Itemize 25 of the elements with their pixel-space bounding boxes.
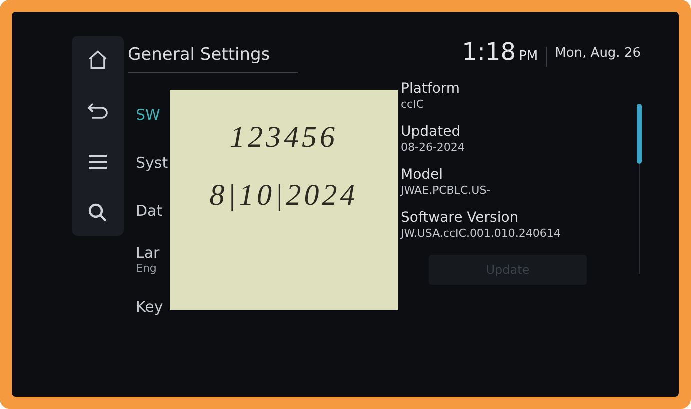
menu-item[interactable]: Key <box>136 298 164 316</box>
detail-value: ccIC <box>401 98 424 112</box>
menu-item[interactable]: Syst <box>136 154 168 172</box>
home-icon[interactable] <box>87 49 109 71</box>
search-icon[interactable] <box>88 203 108 223</box>
handwritten-text: 8|10|2024 <box>210 178 358 214</box>
detail-label: Software Version <box>401 210 519 226</box>
page-title: General Settings <box>128 44 270 66</box>
menu-item[interactable]: SW <box>136 106 160 124</box>
handwritten-text: 123456 <box>230 120 338 156</box>
detail-label: Model <box>401 166 444 184</box>
menu-icon[interactable] <box>88 154 108 170</box>
clock-time: 1:18 <box>462 38 516 66</box>
detail-label: Updated <box>401 124 461 140</box>
menu-item[interactable]: Lar <box>136 244 160 262</box>
detail-value: JW.USA.ccIC.001.010.240614 <box>401 226 561 240</box>
clock-date: Mon, Aug. 26 <box>555 44 641 62</box>
detail-value: 08-26-2024 <box>401 140 465 154</box>
clock-period: PM <box>519 48 538 66</box>
menu-item-value: Eng <box>136 262 157 274</box>
scrollbar-thumb[interactable] <box>637 104 642 164</box>
detail-label: Platform <box>401 80 460 98</box>
menu-item[interactable]: Dat <box>136 202 163 220</box>
back-icon[interactable] <box>86 101 110 121</box>
detail-value: JWAE.PCBLC.US- <box>401 184 491 198</box>
